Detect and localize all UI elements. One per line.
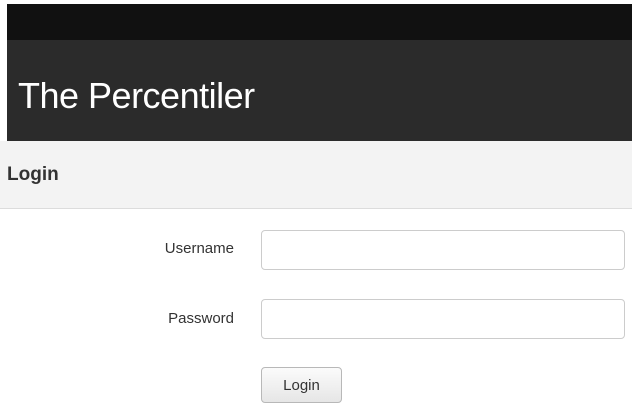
login-button[interactable]: Login: [261, 367, 342, 403]
top-bar: [7, 4, 632, 40]
login-section-title: Login: [7, 164, 59, 185]
password-input[interactable]: [261, 299, 625, 339]
login-page: The Percentiler Login Username Password …: [0, 0, 632, 405]
site-title: The Percentiler: [18, 75, 255, 116]
username-label: Username: [164, 240, 234, 257]
login-section-header: Login: [0, 141, 632, 209]
site-banner: The Percentiler: [7, 40, 632, 141]
password-label: Password: [168, 310, 234, 327]
username-input[interactable]: [261, 230, 625, 270]
